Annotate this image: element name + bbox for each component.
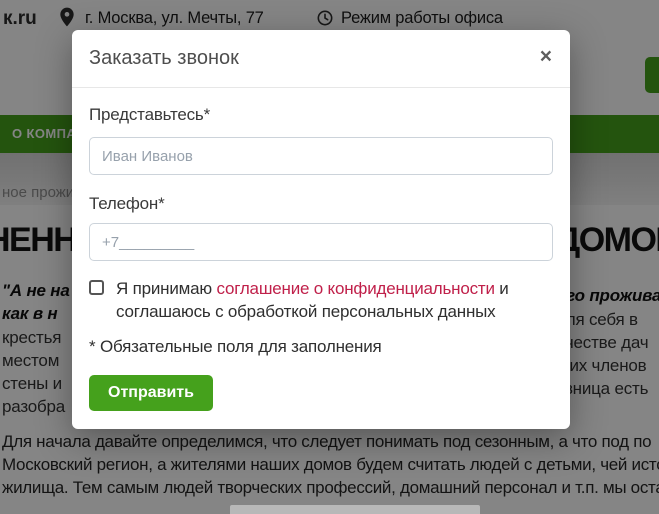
page: к.ru г. Москва, ул. Мечты, 77 Режим рабо… [0,0,659,514]
consent-prefix: Я принимаю [116,279,216,298]
name-input[interactable] [89,137,553,175]
phone-input[interactable] [89,223,553,261]
bottom-strip [230,505,480,514]
close-icon[interactable]: × [540,46,552,67]
privacy-agreement-link[interactable]: соглашение о конфиденциальности [216,279,494,298]
consent-text: Я принимаю соглашение о конфиденциальнос… [116,277,553,323]
consent-checkbox[interactable] [89,280,104,295]
required-fields-note: * Обязательные поля для заполнения [89,337,382,357]
name-field-label: Представьтесь* [89,105,210,125]
callback-modal: Заказать звонок × Представьтесь* Телефон… [72,30,570,429]
modal-title: Заказать звонок [89,47,239,70]
modal-header: Заказать звонок × [72,30,570,88]
phone-field-label: Телефон* [89,194,165,214]
submit-button[interactable]: Отправить [89,375,213,411]
